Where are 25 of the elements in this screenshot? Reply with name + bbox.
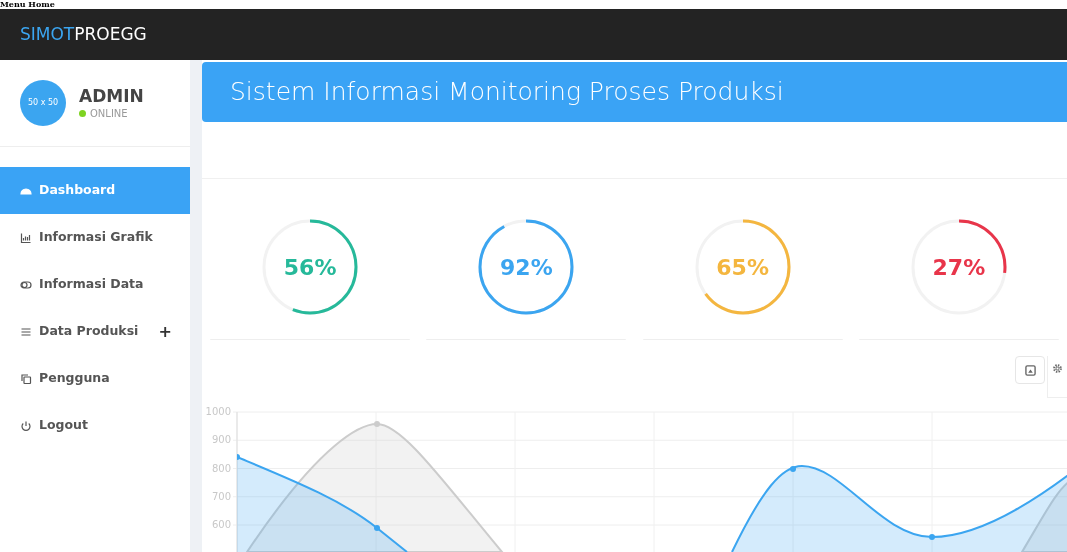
user-name: ADMIN [79, 85, 144, 106]
banner-title: Sistem Informasi Monitoring Proses Produksi [230, 76, 784, 109]
power-icon [20, 419, 32, 432]
save-image-button[interactable] [1015, 356, 1045, 385]
percentage-text: 27% [932, 253, 986, 282]
sidebar-item[interactable]: Logout [0, 402, 190, 449]
percentage-text: 65% [716, 253, 769, 282]
sidebar-item[interactable]: Data Produksi + [0, 308, 190, 355]
copy-icon [20, 372, 32, 385]
brand-logo[interactable]: SIMOTPROEGG [20, 21, 147, 48]
toggle-icon [20, 278, 32, 291]
expand-sign[interactable]: + [158, 319, 172, 344]
image-icon [1024, 364, 1036, 376]
percentage-text: 92% [500, 253, 553, 282]
status-text: ONLINE [90, 106, 128, 121]
avatar: 50 x 50 [20, 80, 66, 126]
sidebar-item[interactable]: Informasi Data [0, 261, 190, 308]
settings-icon [1052, 363, 1063, 375]
page-heading: Menu Home [0, 0, 55, 9]
sidebar-item[interactable]: Pengguna [0, 355, 190, 402]
percentage-text: 56% [283, 253, 337, 282]
sidebar-item[interactable]: Informasi Grafik [0, 214, 190, 261]
settings-button[interactable] [1047, 356, 1067, 399]
menu-icon [20, 325, 32, 338]
bar-chart-icon [20, 231, 32, 244]
